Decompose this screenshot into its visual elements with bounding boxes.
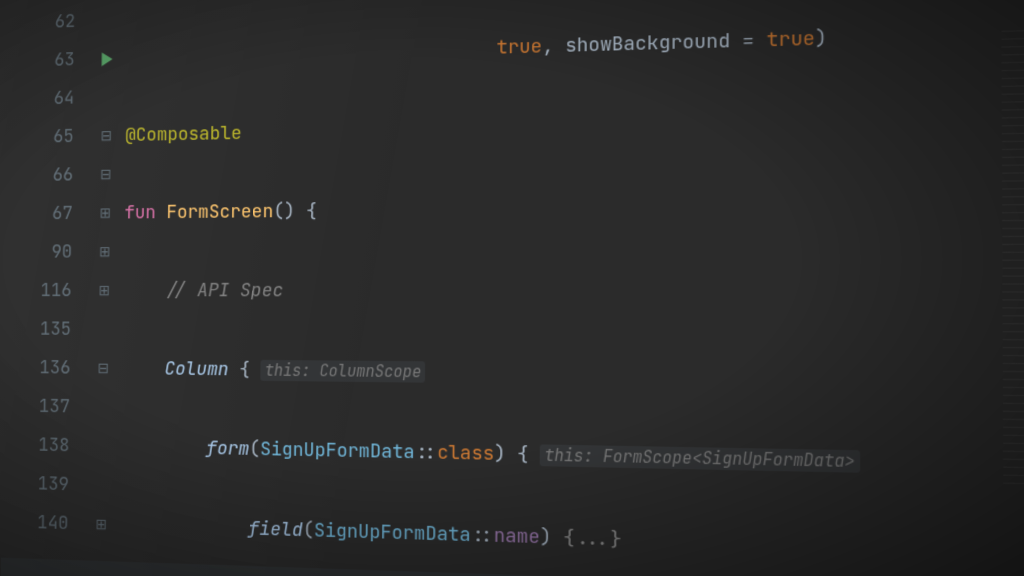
line-number[interactable]: 62	[9, 3, 76, 43]
token-comment: // API Spec	[165, 279, 283, 303]
line-number[interactable]: 64	[8, 79, 75, 119]
token: ::	[471, 523, 494, 548]
fold-toggle-icon[interactable]: ⊞	[86, 194, 125, 233]
fold-toggle-icon[interactable]: ⊟	[84, 349, 123, 388]
line-number[interactable]: 137	[3, 387, 70, 427]
token: )	[494, 441, 506, 466]
token-annotation: @Composable	[125, 121, 242, 147]
run-gutter-icon[interactable]	[88, 39, 127, 79]
inlay-hint: this: ColumnScope	[261, 360, 426, 383]
token: showBackground	[565, 29, 730, 58]
code-line[interactable]: @Composable	[125, 96, 1024, 155]
line-number[interactable]: 67	[6, 195, 73, 234]
line-number[interactable]: 139	[2, 464, 69, 504]
token: {	[239, 358, 250, 382]
token: )	[540, 525, 552, 550]
token: {	[306, 199, 317, 223]
token: ::	[415, 440, 438, 465]
token-property: name	[494, 523, 540, 549]
token: true	[496, 34, 542, 60]
line-number[interactable]: 66	[7, 156, 74, 195]
fold-toggle-icon[interactable]: ⊞	[85, 272, 124, 311]
token: =	[730, 28, 766, 54]
code-area[interactable]: true, showBackground = true) @Composable…	[120, 0, 1024, 576]
fold-toggle-icon[interactable]: ⊞	[85, 233, 124, 272]
token: (	[249, 437, 260, 461]
folded-region[interactable]: {...}	[563, 525, 622, 552]
fold-toggle-icon[interactable]: ⊟	[87, 117, 126, 156]
token-type: SignUpFormData	[314, 518, 471, 547]
code-line[interactable]: Column { this: ColumnScope	[122, 349, 1024, 400]
code-line[interactable]: true, showBackground = true)	[126, 10, 1024, 78]
token: ,	[542, 34, 565, 59]
line-number[interactable]: 140	[1, 503, 68, 544]
line-number-gutter[interactable]: 62 63 64 65 66 67 90 116 135 136 137 138…	[1, 0, 89, 576]
line-number[interactable]: 116	[5, 272, 72, 311]
inlay-hint: this: FormScope<SignUpFormData>	[540, 444, 859, 472]
minimap[interactable]	[1001, 29, 1024, 485]
code-line[interactable]: form(SignUpFormData::class) { this: Form…	[121, 428, 1024, 489]
line-number[interactable]: 136	[4, 349, 71, 388]
token: (	[273, 199, 284, 223]
token-call: Column	[164, 357, 228, 381]
code-editor[interactable]: 62 63 64 65 66 67 90 116 135 136 137 138…	[1, 0, 1024, 576]
token-call: form	[206, 436, 249, 461]
line-number[interactable]: 63	[8, 41, 75, 81]
code-line[interactable]: fun FormScreen() {	[124, 183, 1024, 233]
token: (	[303, 518, 314, 543]
token-keyword: fun	[124, 201, 156, 225]
token-keyword: class	[437, 440, 494, 466]
code-line[interactable]: // API Spec	[123, 270, 1024, 314]
token-type: SignUpFormData	[260, 437, 415, 464]
token-call: field	[248, 517, 303, 543]
line-number[interactable]: 90	[5, 233, 72, 272]
fold-toggle-icon[interactable]: ⊟	[86, 155, 125, 194]
line-number[interactable]: 135	[4, 310, 71, 349]
token: {	[517, 442, 529, 467]
editor-viewport: 62 63 64 65 66 67 90 116 135 136 137 138…	[1, 0, 1024, 576]
line-number[interactable]: 138	[3, 426, 70, 466]
token: true	[766, 26, 815, 53]
line-number[interactable]: 65	[7, 118, 74, 158]
token-function: FormScreen	[166, 200, 273, 225]
fold-toggle-icon[interactable]: ⊞	[82, 505, 121, 545]
token: )	[815, 26, 827, 52]
token: )	[284, 199, 295, 223]
